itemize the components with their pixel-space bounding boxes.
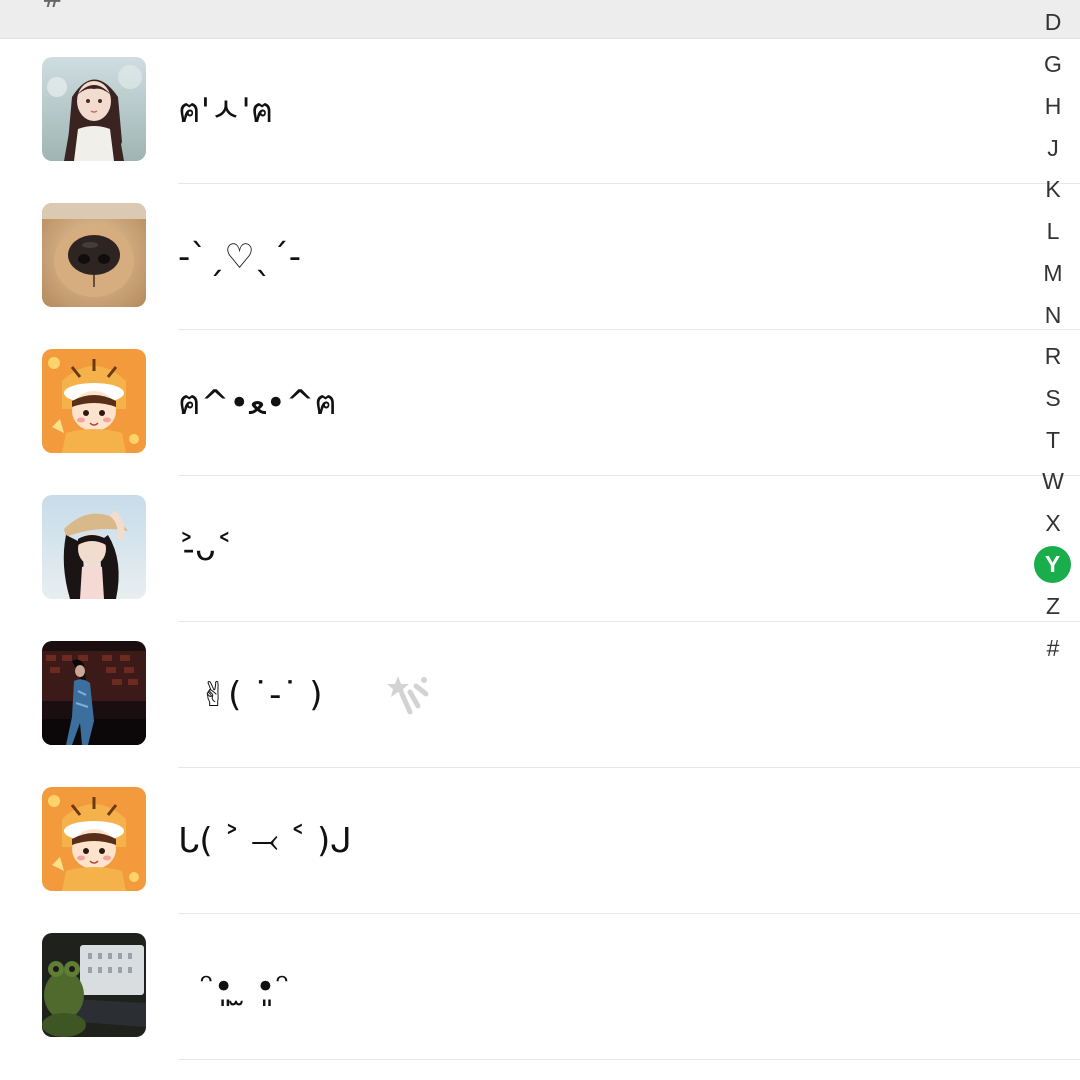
contact-name: ᵔ•͈ ̫ •͈ᵔ [178, 967, 290, 1007]
index-letter-h[interactable]: H [1026, 88, 1080, 124]
index-letter-s[interactable]: S [1026, 380, 1080, 416]
index-letter-w[interactable]: W [1026, 463, 1080, 499]
contact-row[interactable]: ฅ^•ﻌ•^ฅ [0, 330, 1080, 476]
night-street-avatar[interactable] [42, 641, 146, 745]
tiger-costume-girl-avatar[interactable] [42, 787, 146, 891]
index-letter-d[interactable]: D [1026, 4, 1080, 40]
contact-list: ฅ'ㅅ'ฅ -`ˏ♡ˎˊ- ฅ^•ﻌ•^ฅ ˃̵ᴗ˂ ✌︎(˙-˙) ᒐ(… [0, 38, 1080, 1060]
contact-name: ᒐ( ˃ ⤙ ˂ )ᒍ [178, 821, 352, 861]
tiger-costume-girl-avatar[interactable] [42, 349, 146, 453]
index-letter-y-active[interactable]: Y [1034, 546, 1071, 583]
girl-cap-avatar[interactable] [42, 495, 146, 599]
index-letter-n[interactable]: N [1026, 297, 1080, 333]
contact-name: ✌︎( ˙-˙ ) [178, 675, 345, 715]
contact-name: -`ˏ♡ˎˊ- [178, 237, 302, 277]
contact-row[interactable]: -`ˏ♡ˎˊ- [0, 184, 1080, 330]
index-letter-t[interactable]: T [1026, 422, 1080, 458]
contact-row[interactable]: ᵔ•͈ ̫ •͈ᵔ [0, 914, 1080, 1060]
contact-name: ฅ'ㅅ'ฅ [178, 91, 274, 131]
dog-nose-avatar[interactable] [42, 203, 146, 307]
index-letter-r[interactable]: R [1026, 338, 1080, 374]
index-letter-z[interactable]: Z [1026, 588, 1080, 624]
contacts-page: # [0, 0, 1080, 1080]
contact-row[interactable]: ✌︎( ˙-˙ ) [0, 622, 1080, 768]
index-letter-x[interactable]: X [1026, 505, 1080, 541]
section-header-label: # [42, 0, 64, 12]
contact-name: ˃̵ᴗ˂ [178, 529, 233, 569]
contact-row[interactable]: ˃̵ᴗ˂ [0, 476, 1080, 622]
index-letter-hash[interactable]: # [1026, 630, 1080, 666]
index-letter-m[interactable]: M [1026, 255, 1080, 291]
index-letter-j[interactable]: J [1026, 130, 1080, 166]
sparkle-emoji-icon [380, 672, 430, 718]
contact-row[interactable]: ᒐ( ˃ ⤙ ˂ )ᒍ [0, 768, 1080, 914]
frog-plush-laptop-avatar[interactable] [42, 933, 146, 1037]
section-header: # [0, 0, 1080, 39]
index-letter-l[interactable]: L [1026, 213, 1080, 249]
index-letter-k[interactable]: K [1026, 171, 1080, 207]
row-divider [178, 1059, 1080, 1060]
alphabet-index-bar[interactable]: D G H J K L M N R S T W X Y Z # [1026, 0, 1080, 680]
index-letter-g[interactable]: G [1026, 46, 1080, 82]
girl-braids-avatar[interactable] [42, 57, 146, 161]
contact-name: ฅ^•ﻌ•^ฅ [178, 383, 337, 423]
contact-row[interactable]: ฅ'ㅅ'ฅ [0, 38, 1080, 184]
